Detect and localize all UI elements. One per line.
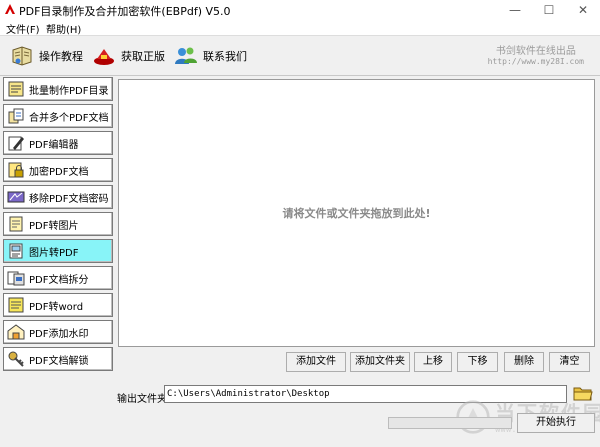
toolbar: 操作教程 获取正版 联系我们 书剑软件在线出品 http://www.my28I… (0, 35, 600, 76)
progress-bar (388, 417, 512, 429)
pdf-to-word-icon (8, 297, 24, 313)
sidebar-item-watermark[interactable]: PDF添加水印 (3, 320, 113, 344)
sidebar-item-unlock[interactable]: PDF文档解锁 (3, 347, 113, 371)
sidebar-item-label: PDF转word (29, 301, 84, 313)
watermark-icon (7, 324, 25, 340)
buy-button[interactable]: 获取正版 (92, 42, 165, 70)
contact-label: 联系我们 (203, 50, 247, 63)
menu-file[interactable]: 文件(F) (6, 21, 40, 36)
sidebar-item-label: 移除PDF文档密码 (29, 193, 109, 205)
delete-button[interactable]: 删除 (504, 352, 544, 372)
file-drop-area[interactable]: 请将文件或文件夹拖放到此处! (118, 79, 595, 347)
add-file-button[interactable]: 添加文件 (286, 352, 346, 372)
tutorial-button[interactable]: 操作教程 (10, 42, 83, 70)
tutorial-icon (12, 46, 32, 66)
sidebar-item-label: 加密PDF文档 (29, 166, 89, 178)
sidebar-item-split[interactable]: PDF文档拆分 (3, 266, 113, 290)
merge-icon (8, 108, 24, 124)
sidebar-item-label: PDF转图片 (29, 220, 79, 232)
contact-button[interactable]: 联系我们 (174, 42, 247, 70)
sidebar-item-label: 批量制作PDF目录 (29, 85, 109, 97)
sidebar-item-label: 图片转PDF (29, 247, 79, 259)
sidebar-item-encrypt[interactable]: 加密PDF文档 (3, 158, 113, 182)
move-up-button[interactable]: 上移 (414, 352, 452, 372)
sidebar-item-label: PDF文档解锁 (29, 355, 89, 367)
pdf-to-image-icon (9, 216, 23, 232)
editor-icon (8, 136, 24, 151)
output-folder-label: 输出文件夹 (117, 394, 167, 405)
sidebar-item-merge[interactable]: 合并多个PDF文档 (3, 104, 113, 128)
sidebar-item-label: 合并多个PDF文档 (29, 112, 109, 124)
sidebar-item-label: PDF添加水印 (29, 328, 89, 340)
unlock-icon (8, 351, 24, 367)
image-to-pdf-icon (9, 243, 23, 259)
tutorial-label: 操作教程 (39, 50, 83, 63)
sidebar-item-label: PDF编辑器 (29, 139, 79, 151)
brand-url: http://www.my28I.com (487, 57, 584, 66)
split-icon (7, 271, 25, 286)
brand-line1: 书剑软件在线出品 (495, 46, 576, 57)
sidebar-item-catalog[interactable]: 批量制作PDF目录 (3, 77, 113, 101)
encrypt-icon (8, 162, 24, 178)
menu-help[interactable]: 帮助(H) (46, 21, 81, 36)
sidebar-item-editor[interactable]: PDF编辑器 (3, 131, 113, 155)
window-title: PDF目录制作及合并加密软件(EBPdf) V5.0 (19, 5, 231, 18)
buy-label: 获取正版 (121, 50, 165, 63)
start-button[interactable]: 开始执行 (517, 413, 595, 433)
sidebar-item-pdf-to-image[interactable]: PDF转图片 (3, 212, 113, 236)
maximize-button[interactable]: ☐ (532, 0, 566, 20)
catalog-icon (8, 81, 24, 97)
sidebar-item-label: PDF文档拆分 (29, 274, 89, 286)
brand-info: 书剑软件在线出品 http://www.my28I.com (488, 42, 584, 66)
remove-password-icon (7, 191, 25, 203)
minimize-button[interactable]: — (498, 0, 532, 20)
contact-users-icon (175, 47, 197, 64)
app-logo-icon (5, 4, 15, 14)
sidebar-item-remove-password[interactable]: 移除PDF文档密码 (3, 185, 113, 209)
move-down-button[interactable]: 下移 (457, 352, 498, 372)
shopping-icon (94, 49, 114, 65)
menu-bar: 文件(F) 帮助(H) (0, 20, 600, 36)
title-bar: PDF目录制作及合并加密软件(EBPdf) V5.0 — ☐ ✕ (0, 0, 600, 20)
sidebar-item-image-to-pdf[interactable]: 图片转PDF (3, 239, 113, 263)
sidebar-item-pdf-to-word[interactable]: PDF转word (3, 293, 113, 317)
add-folder-button[interactable]: 添加文件夹 (350, 352, 410, 372)
close-button[interactable]: ✕ (566, 0, 600, 20)
clear-button[interactable]: 清空 (549, 352, 590, 372)
drop-hint: 请将文件或文件夹拖放到此处! (282, 207, 431, 220)
